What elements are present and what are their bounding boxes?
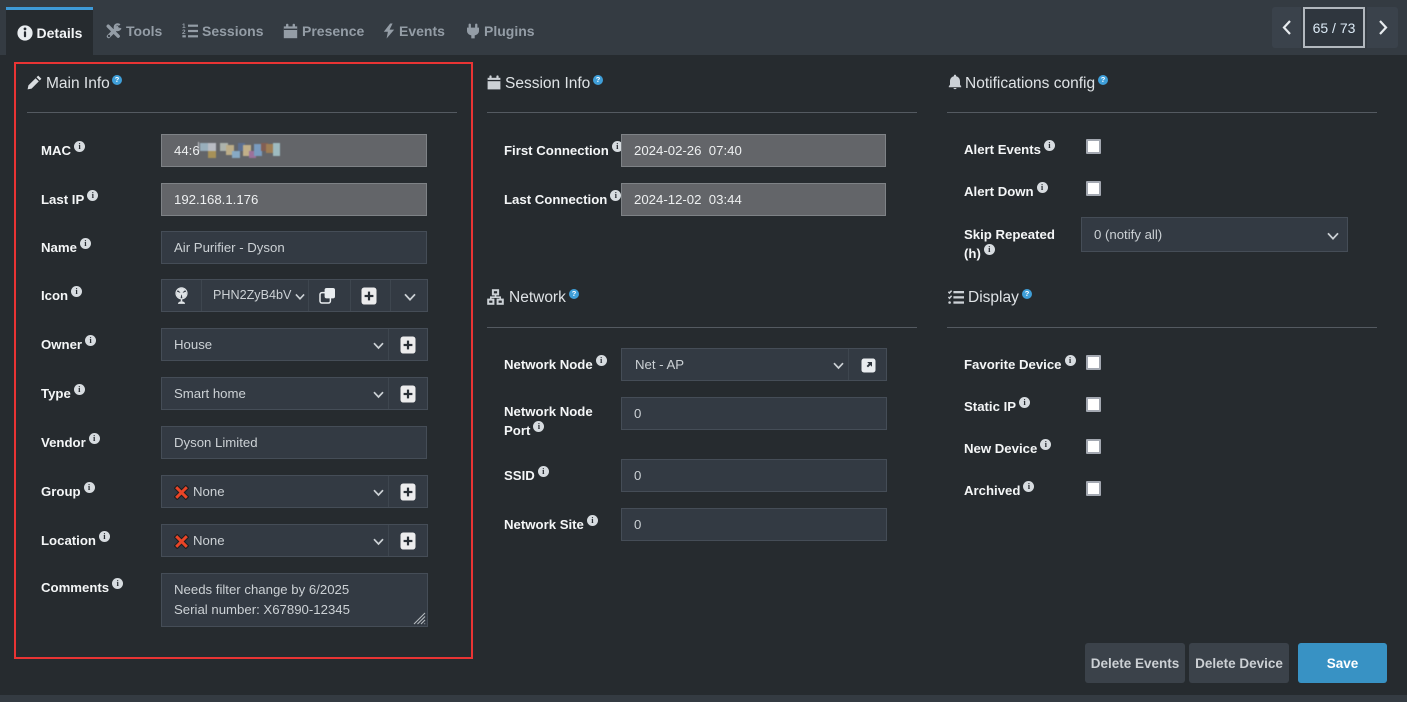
- svg-text:2: 2: [182, 29, 186, 36]
